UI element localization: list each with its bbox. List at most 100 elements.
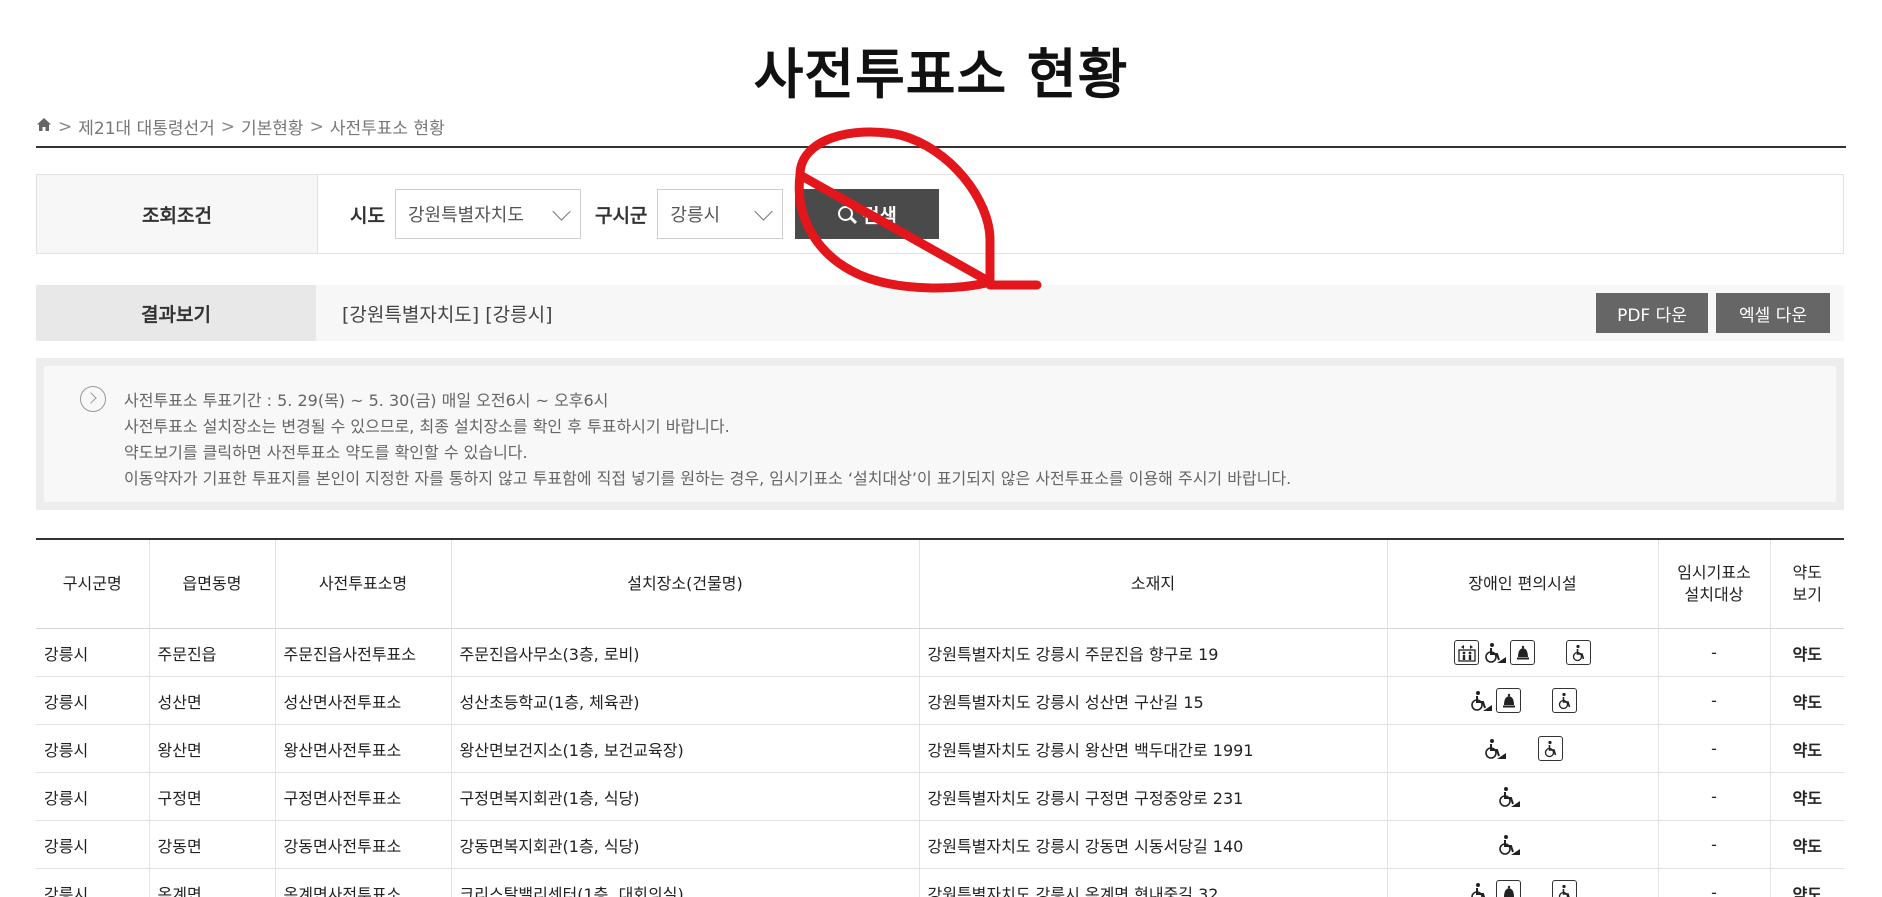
call-bell-icon [1496, 688, 1521, 713]
header-map: 약도 보기 [1770, 539, 1844, 629]
cell-facility [1387, 772, 1659, 821]
cell-name: 성산면사전투표소 [275, 676, 452, 725]
header-name: 사전투표소명 [275, 539, 452, 629]
polling-station-table: 구시군명 읍면동명 사전투표소명 설치장소(건물명) 소재지 장애인 편의시설 … [36, 538, 1844, 897]
title-divider [36, 146, 1846, 148]
sido-label: 시도 [350, 204, 385, 227]
wheelchair-ramp-icon [1496, 832, 1521, 857]
result-bar: 결과보기 [강원특별자치도] [강릉시] PDF 다운 엑셀 다운 [36, 285, 1844, 341]
header-place: 설치장소(건물명) [451, 539, 920, 629]
cell-place: 크리스탈밸리센터(1층, 대회의실) [451, 868, 920, 897]
map-link[interactable]: 약도 [1770, 868, 1844, 897]
braille-icon [1538, 640, 1563, 667]
page-title: 사전투표소 현황 [753, 43, 1129, 106]
map-link[interactable]: 약도 [1770, 772, 1844, 821]
table-row: 강릉시 구정면 구정면사전투표소 구정면복지회관(1층, 식당) 강원특별자치도… [36, 772, 1844, 821]
wheelchair-icon [1552, 880, 1577, 897]
cell-address: 강원특별자치도 강릉시 구정면 구정중앙로 231 [919, 772, 1388, 821]
breadcrumb-separator: > [309, 116, 324, 137]
map-link[interactable]: 약도 [1770, 628, 1844, 677]
page: 사전투표소 현황 > 제21대 대통령선거 > 기본현황 > 사전투표소 현황 … [0, 0, 1882, 897]
cell-address: 강원특별자치도 강릉시 강동면 시동서당길 140 [919, 820, 1388, 869]
table-header-row: 구시군명 읍면동명 사전투표소명 설치장소(건물명) 소재지 장애인 편의시설 … [36, 539, 1844, 629]
facility-icons [1396, 736, 1650, 763]
facility-icons [1396, 880, 1650, 897]
search-button[interactable]: 검색 [795, 189, 940, 239]
cell-place: 주문진읍사무소(3층, 로비) [451, 628, 920, 677]
cell-address: 강원특별자치도 강릉시 옥계면 현내중길 32 [919, 868, 1388, 897]
table-row: 강릉시 옥계면 옥계면사전투표소 크리스탈밸리센터(1층, 대회의실) 강원특별… [36, 868, 1844, 897]
result-summary: [강원특별자치도] [강릉시] [342, 303, 553, 326]
cell-temp: - [1658, 724, 1771, 773]
cell-name: 옥계면사전투표소 [275, 868, 452, 897]
cell-name: 왕산면사전투표소 [275, 724, 452, 773]
cell-name: 강동면사전투표소 [275, 820, 452, 869]
cell-facility [1387, 628, 1659, 677]
notice-line-change: 사전투표소 설치장소는 변경될 수 있으므로, 최종 설치장소를 확인 후 투표… [124, 417, 730, 436]
search-conditions-label: 조회조건 [37, 175, 318, 253]
braille-icon [1524, 832, 1549, 859]
cell-eup: 성산면 [149, 676, 276, 725]
elevator-icon [1454, 640, 1479, 665]
table-row: 강릉시 강동면 강동면사전투표소 강동면복지회관(1층, 식당) 강원특별자치도… [36, 820, 1844, 869]
cell-temp: - [1658, 676, 1771, 725]
braille-icon [1524, 784, 1549, 811]
cell-place: 왕산면보건지소(1층, 보건교육장) [451, 724, 920, 773]
map-link[interactable]: 약도 [1770, 820, 1844, 869]
braille-icon [1524, 688, 1549, 715]
pdf-download-button[interactable]: PDF 다운 [1596, 293, 1708, 333]
cell-address: 강원특별자치도 강릉시 왕산면 백두대간로 1991 [919, 724, 1388, 773]
cell-temp: - [1658, 772, 1771, 821]
cell-eup: 구정면 [149, 772, 276, 821]
map-link[interactable]: 약도 [1770, 724, 1844, 773]
cell-facility [1387, 868, 1659, 897]
breadcrumb-separator: > [58, 116, 73, 137]
cell-temp: - [1658, 820, 1771, 869]
breadcrumb-item-basic-status[interactable]: 기본현황 [241, 114, 304, 139]
header-facility: 장애인 편의시설 [1387, 539, 1659, 629]
chevron-right-circle-icon [80, 386, 106, 412]
call-bell-icon [1496, 880, 1521, 897]
cell-gusi: 강릉시 [36, 868, 150, 897]
cell-gusi: 강릉시 [36, 772, 150, 821]
header-address: 소재지 [919, 539, 1388, 629]
table-row: 강릉시 왕산면 왕산면사전투표소 왕산면보건지소(1층, 보건교육장) 강원특별… [36, 724, 1844, 773]
wheelchair-icon [1538, 736, 1563, 761]
search-icon [837, 206, 854, 222]
wheelchair-icon [1566, 640, 1591, 665]
breadcrumb-item-current[interactable]: 사전투표소 현황 [330, 114, 445, 139]
header-temp-line1: 임시기표소 [1677, 563, 1751, 582]
sido-select[interactable]: 강원특별자치도 [394, 189, 581, 239]
gusi-label: 구시군 [594, 204, 648, 227]
breadcrumb-item-election[interactable]: 제21대 대통령선거 [78, 114, 215, 139]
notice-line-mobility: 이동약자가 기표한 투표지를 본인이 지정한 자를 통하지 않고 투표함에 직접… [124, 469, 1292, 488]
braille-icon [1524, 880, 1549, 897]
breadcrumb-separator: > [220, 116, 236, 137]
excel-download-button[interactable]: 엑셀 다운 [1716, 293, 1830, 333]
cell-facility [1387, 676, 1659, 725]
cell-eup: 옥계면 [149, 868, 276, 897]
cell-facility [1387, 724, 1659, 773]
cell-address: 강원특별자치도 강릉시 주문진읍 향구로 19 [919, 628, 1388, 677]
cell-place: 강동면복지회관(1층, 식당) [451, 820, 920, 869]
cell-eup: 주문진읍 [149, 628, 276, 677]
cell-gusi: 강릉시 [36, 628, 150, 677]
notice-line-map: 약도보기를 클릭하면 사전투표소 약도를 확인할 수 있습니다. [124, 443, 528, 462]
cell-temp: - [1658, 868, 1771, 897]
result-label: 결과보기 [36, 285, 316, 341]
braille-icon [1510, 736, 1535, 763]
cell-facility [1387, 820, 1659, 869]
wheelchair-ramp-icon [1468, 688, 1493, 713]
map-link[interactable]: 약도 [1770, 676, 1844, 725]
header-eup: 읍면동명 [149, 539, 276, 629]
wheelchair-ramp-icon [1496, 784, 1521, 809]
home-icon[interactable] [36, 117, 52, 137]
cell-name: 구정면사전투표소 [275, 772, 452, 821]
cell-temp: - [1658, 628, 1771, 677]
cell-place: 구정면복지회관(1층, 식당) [451, 772, 920, 821]
call-bell-icon [1510, 640, 1535, 665]
cell-eup: 강동면 [149, 820, 276, 869]
facility-icons [1396, 832, 1650, 859]
gusi-select[interactable]: 강릉시 [657, 189, 784, 239]
wheelchair-icon [1552, 688, 1577, 713]
